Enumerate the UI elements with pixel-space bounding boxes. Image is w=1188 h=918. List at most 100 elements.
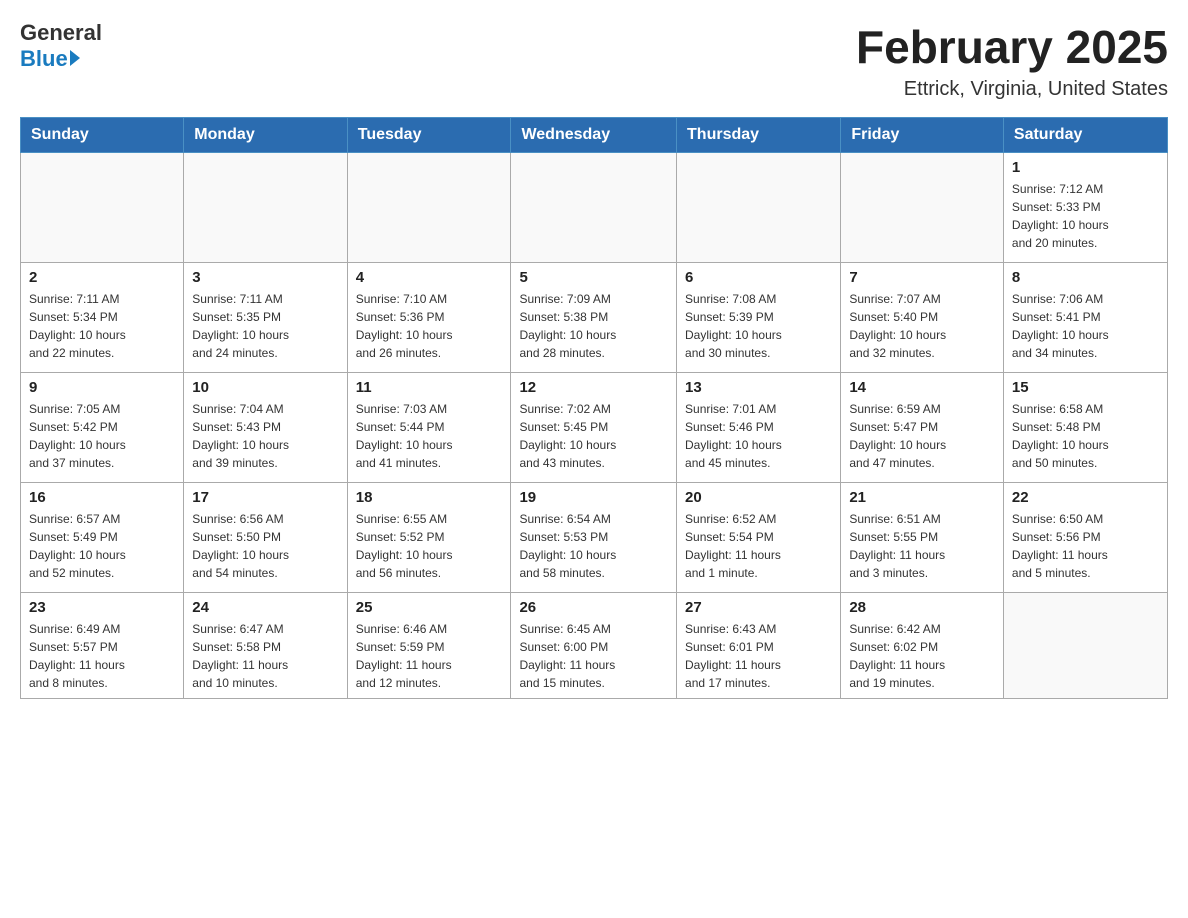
- table-row: [184, 153, 347, 263]
- day-info: Sunrise: 6:58 AM Sunset: 5:48 PM Dayligh…: [1012, 400, 1159, 472]
- table-row: 16Sunrise: 6:57 AM Sunset: 5:49 PM Dayli…: [21, 483, 184, 593]
- day-number: 19: [519, 489, 668, 506]
- day-info: Sunrise: 7:03 AM Sunset: 5:44 PM Dayligh…: [356, 400, 503, 472]
- table-row: 26Sunrise: 6:45 AM Sunset: 6:00 PM Dayli…: [511, 593, 677, 699]
- day-info: Sunrise: 6:42 AM Sunset: 6:02 PM Dayligh…: [849, 620, 995, 692]
- day-number: 11: [356, 379, 503, 396]
- logo-arrow-icon: [70, 50, 80, 66]
- table-row: 24 Sunrise: 6:47 AM Sunset: 5:58 PM Dayli…: [184, 593, 347, 699]
- day-info: Sunrise: 6:49 AM Sunset: 5:57 PM Dayligh…: [29, 620, 175, 692]
- day-info: Sunrise: 7:12 AM Sunset: 5:33 PM Dayligh…: [1012, 180, 1159, 252]
- day-info: Sunrise: 7:10 AM Sunset: 5:36 PM Dayligh…: [356, 290, 503, 362]
- weekday-header-monday: Monday: [184, 118, 347, 153]
- weekday-header-tuesday: Tuesday: [347, 118, 511, 153]
- day-number: 24: [192, 599, 338, 616]
- table-row: 12 Sunrise: 7:02 AM Sunset: 5:45 PM Dayli…: [511, 373, 677, 483]
- table-row: 28Sunrise: 6:42 AM Sunset: 6:02 PM Dayli…: [841, 593, 1004, 699]
- location-text: Ettrick, Virginia, United States: [856, 78, 1168, 101]
- table-row: 4 Sunrise: 7:10 AM Sunset: 5:36 PM Daylig…: [347, 263, 511, 373]
- table-row: [677, 153, 841, 263]
- day-number: 1: [1012, 159, 1159, 176]
- day-info: Sunrise: 7:06 AM Sunset: 5:41 PM Dayligh…: [1012, 290, 1159, 362]
- day-info: Sunrise: 6:59 AM Sunset: 5:47 PM Dayligh…: [849, 400, 995, 472]
- day-number: 2: [29, 269, 175, 286]
- table-row: 13 Sunrise: 7:01 AM Sunset: 5:46 PM Dayli…: [677, 373, 841, 483]
- page-header: General Blue February 2025 Ettrick, Virg…: [20, 20, 1168, 101]
- title-block: February 2025 Ettrick, Virginia, United …: [856, 20, 1168, 101]
- table-row: 25Sunrise: 6:46 AM Sunset: 5:59 PM Dayli…: [347, 593, 511, 699]
- day-number: 14: [849, 379, 995, 396]
- table-row: 17 Sunrise: 6:56 AM Sunset: 5:50 PM Dayli…: [184, 483, 347, 593]
- table-row: [21, 153, 184, 263]
- table-row: 19 Sunrise: 6:54 AM Sunset: 5:53 PM Dayli…: [511, 483, 677, 593]
- day-number: 13: [685, 379, 832, 396]
- logo-blue-text: Blue: [20, 46, 80, 72]
- day-info: Sunrise: 6:47 AM Sunset: 5:58 PM Dayligh…: [192, 620, 338, 692]
- calendar-week-row: 2 Sunrise: 7:11 AM Sunset: 5:34 PM Daylig…: [21, 263, 1168, 373]
- day-info: Sunrise: 6:56 AM Sunset: 5:50 PM Dayligh…: [192, 510, 338, 582]
- calendar-week-row: 23 Sunrise: 6:49 AM Sunset: 5:57 PM Dayli…: [21, 593, 1168, 699]
- day-number: 26: [519, 599, 668, 616]
- logo-general-text: General: [20, 20, 102, 46]
- weekday-header-sunday: Sunday: [21, 118, 184, 153]
- weekday-header-thursday: Thursday: [677, 118, 841, 153]
- table-row: 14 Sunrise: 6:59 AM Sunset: 5:47 PM Dayli…: [841, 373, 1004, 483]
- table-row: 22 Sunrise: 6:50 AM Sunset: 5:56 PM Dayli…: [1003, 483, 1167, 593]
- table-row: 23 Sunrise: 6:49 AM Sunset: 5:57 PM Dayli…: [21, 593, 184, 699]
- calendar-week-row: 16Sunrise: 6:57 AM Sunset: 5:49 PM Dayli…: [21, 483, 1168, 593]
- day-info: Sunrise: 7:08 AM Sunset: 5:39 PM Dayligh…: [685, 290, 832, 362]
- day-number: 9: [29, 379, 175, 396]
- day-number: 4: [356, 269, 503, 286]
- calendar-week-row: 9Sunrise: 7:05 AM Sunset: 5:42 PM Daylig…: [21, 373, 1168, 483]
- table-row: 20Sunrise: 6:52 AM Sunset: 5:54 PM Dayli…: [677, 483, 841, 593]
- table-row: 15Sunrise: 6:58 AM Sunset: 5:48 PM Dayli…: [1003, 373, 1167, 483]
- day-info: Sunrise: 7:01 AM Sunset: 5:46 PM Dayligh…: [685, 400, 832, 472]
- table-row: 6 Sunrise: 7:08 AM Sunset: 5:39 PM Daylig…: [677, 263, 841, 373]
- day-number: 7: [849, 269, 995, 286]
- table-row: 5 Sunrise: 7:09 AM Sunset: 5:38 PM Daylig…: [511, 263, 677, 373]
- day-info: Sunrise: 7:07 AM Sunset: 5:40 PM Dayligh…: [849, 290, 995, 362]
- day-number: 5: [519, 269, 668, 286]
- day-number: 17: [192, 489, 338, 506]
- table-row: 27 Sunrise: 6:43 AM Sunset: 6:01 PM Dayli…: [677, 593, 841, 699]
- day-info: Sunrise: 6:50 AM Sunset: 5:56 PM Dayligh…: [1012, 510, 1159, 582]
- day-number: 6: [685, 269, 832, 286]
- day-number: 21: [849, 489, 995, 506]
- table-row: [511, 153, 677, 263]
- table-row: 21 Sunrise: 6:51 AM Sunset: 5:55 PM Dayli…: [841, 483, 1004, 593]
- calendar-header-row: SundayMondayTuesdayWednesdayThursdayFrid…: [21, 118, 1168, 153]
- table-row: 7 Sunrise: 7:07 AM Sunset: 5:40 PM Daylig…: [841, 263, 1004, 373]
- day-info: Sunrise: 6:54 AM Sunset: 5:53 PM Dayligh…: [519, 510, 668, 582]
- day-number: 16: [29, 489, 175, 506]
- day-info: Sunrise: 6:55 AM Sunset: 5:52 PM Dayligh…: [356, 510, 503, 582]
- table-row: [841, 153, 1004, 263]
- table-row: 10Sunrise: 7:04 AM Sunset: 5:43 PM Dayli…: [184, 373, 347, 483]
- table-row: 11 Sunrise: 7:03 AM Sunset: 5:44 PM Dayli…: [347, 373, 511, 483]
- weekday-header-friday: Friday: [841, 118, 1004, 153]
- day-info: Sunrise: 6:43 AM Sunset: 6:01 PM Dayligh…: [685, 620, 832, 692]
- table-row: [1003, 593, 1167, 699]
- day-info: Sunrise: 6:51 AM Sunset: 5:55 PM Dayligh…: [849, 510, 995, 582]
- day-number: 20: [685, 489, 832, 506]
- day-number: 22: [1012, 489, 1159, 506]
- day-info: Sunrise: 7:11 AM Sunset: 5:35 PM Dayligh…: [192, 290, 338, 362]
- table-row: 9Sunrise: 7:05 AM Sunset: 5:42 PM Daylig…: [21, 373, 184, 483]
- calendar-week-row: 1 Sunrise: 7:12 AM Sunset: 5:33 PM Daylig…: [21, 153, 1168, 263]
- day-info: Sunrise: 6:46 AM Sunset: 5:59 PM Dayligh…: [356, 620, 503, 692]
- day-number: 12: [519, 379, 668, 396]
- calendar-table: SundayMondayTuesdayWednesdayThursdayFrid…: [20, 117, 1168, 699]
- table-row: [347, 153, 511, 263]
- day-number: 23: [29, 599, 175, 616]
- day-info: Sunrise: 7:02 AM Sunset: 5:45 PM Dayligh…: [519, 400, 668, 472]
- month-title: February 2025: [856, 20, 1168, 74]
- table-row: 18Sunrise: 6:55 AM Sunset: 5:52 PM Dayli…: [347, 483, 511, 593]
- logo: General Blue: [20, 20, 102, 72]
- table-row: 3Sunrise: 7:11 AM Sunset: 5:35 PM Daylig…: [184, 263, 347, 373]
- table-row: 8Sunrise: 7:06 AM Sunset: 5:41 PM Daylig…: [1003, 263, 1167, 373]
- day-info: Sunrise: 7:09 AM Sunset: 5:38 PM Dayligh…: [519, 290, 668, 362]
- day-number: 27: [685, 599, 832, 616]
- day-info: Sunrise: 7:11 AM Sunset: 5:34 PM Dayligh…: [29, 290, 175, 362]
- weekday-header-wednesday: Wednesday: [511, 118, 677, 153]
- table-row: 1 Sunrise: 7:12 AM Sunset: 5:33 PM Daylig…: [1003, 153, 1167, 263]
- day-info: Sunrise: 7:04 AM Sunset: 5:43 PM Dayligh…: [192, 400, 338, 472]
